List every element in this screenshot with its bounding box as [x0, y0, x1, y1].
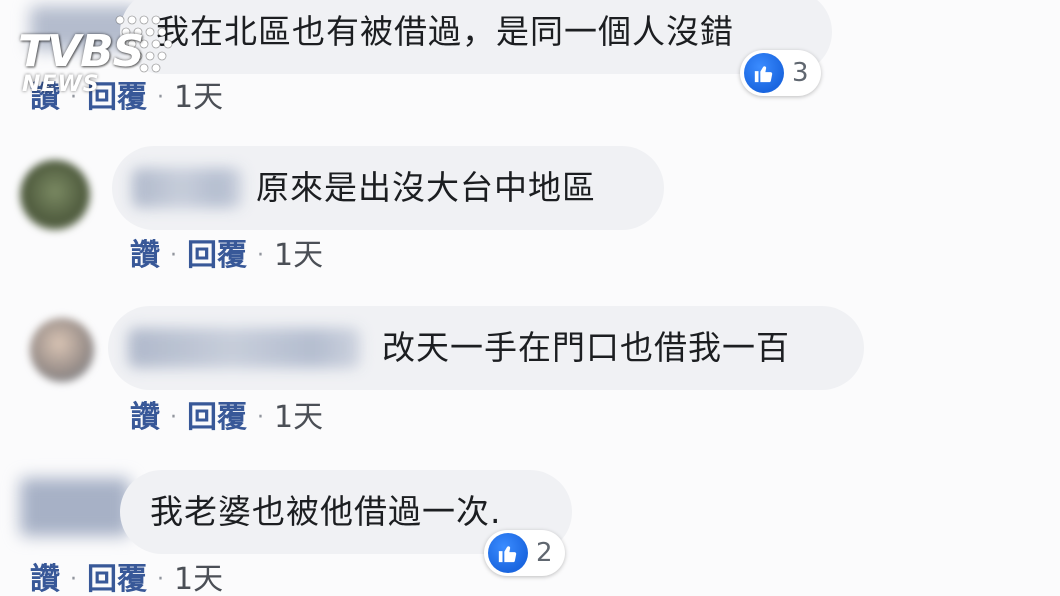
- reaction-count: 2: [536, 538, 553, 568]
- like-link[interactable]: 讚: [130, 400, 160, 436]
- like-link[interactable]: 讚: [30, 562, 60, 596]
- avatar[interactable]: [20, 160, 90, 230]
- tvbs-news-watermark: TVBS NEWS: [18, 12, 178, 102]
- like-link[interactable]: 讚: [130, 238, 160, 274]
- commenter-name-blurred[interactable]: [132, 168, 242, 208]
- comment-timestamp[interactable]: 1天: [274, 400, 323, 436]
- separator-dot: ·: [257, 405, 264, 430]
- separator-dot: ·: [70, 567, 77, 592]
- watermark-main-text: TVBS: [18, 26, 144, 77]
- reply-link[interactable]: 回覆: [187, 238, 247, 274]
- thumbs-up-icon: [488, 533, 528, 573]
- reaction-count: 3: [792, 58, 809, 88]
- separator-dot: ·: [170, 243, 177, 268]
- separator-dot: ·: [170, 405, 177, 430]
- comment-text: 原來是出沒大台中地區: [256, 168, 596, 207]
- comment-actions: 讚 · 回覆 · 1天: [130, 400, 323, 436]
- reaction-count-badge[interactable]: 3: [740, 50, 821, 96]
- comment-text: 我老婆也被他借過一次.: [150, 492, 502, 531]
- separator-dot: ·: [157, 567, 164, 592]
- avatar[interactable]: [30, 318, 94, 382]
- separator-dot: ·: [257, 243, 264, 268]
- thumbs-up-icon: [744, 53, 784, 93]
- comment-thread: 我在北區也有被借過，是同一個人沒錯 3 讚 · 回覆 · 1天 原來是出沒大台中…: [0, 0, 1060, 596]
- commenter-name-blurred: [20, 478, 130, 536]
- comment-bubble: 原來是出沒大台中地區: [112, 146, 664, 230]
- watermark-sub-text: NEWS: [22, 72, 100, 97]
- reply-link[interactable]: 回覆: [187, 400, 247, 436]
- comment-actions: 讚 · 回覆 · 1天: [30, 562, 223, 596]
- comment-timestamp[interactable]: 1天: [274, 238, 323, 274]
- comment-bubble: 我在北區也有被借過，是同一個人沒錯: [120, 0, 832, 74]
- comment-text: 我在北區也有被借過，是同一個人沒錯: [156, 12, 734, 51]
- comment-actions: 讚 · 回覆 · 1天: [130, 238, 323, 274]
- commenter-name-blurred[interactable]: [128, 328, 360, 368]
- comment-timestamp[interactable]: 1天: [174, 562, 223, 596]
- comment-text: 改天一手在門口也借我一百: [382, 328, 790, 367]
- comment-bubble: 改天一手在門口也借我一百: [108, 306, 864, 390]
- reply-link[interactable]: 回覆: [87, 562, 147, 596]
- comment-timestamp[interactable]: 1天: [174, 80, 223, 116]
- reaction-count-badge[interactable]: 2: [484, 530, 565, 576]
